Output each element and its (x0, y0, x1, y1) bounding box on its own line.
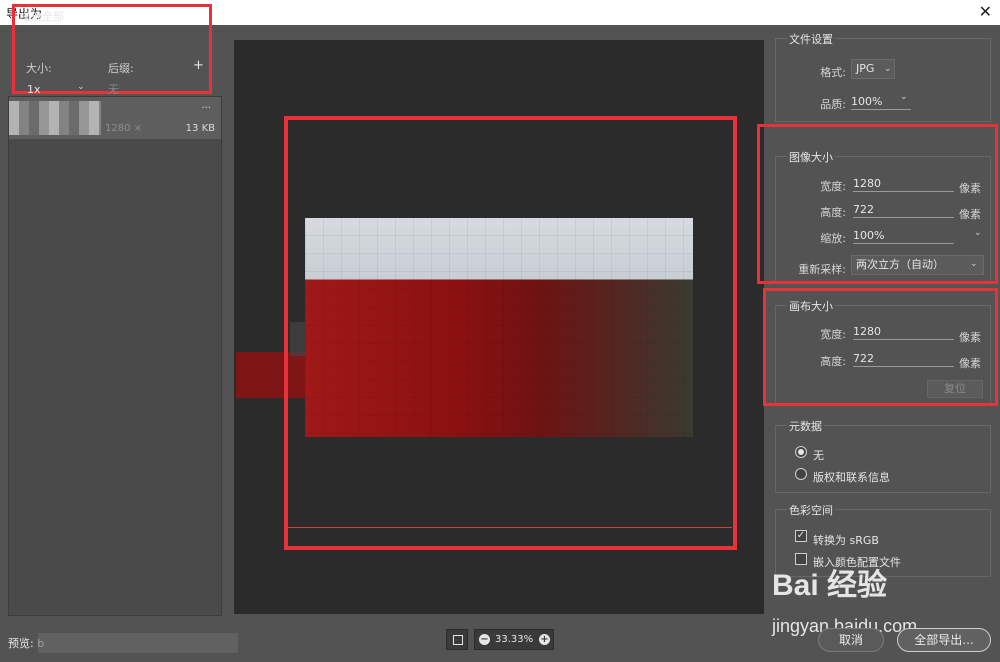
size-value: 1x (27, 83, 41, 96)
scale-all-title: 缩放全部 (20, 10, 64, 23)
chevron-down-icon: ⌄ (884, 64, 892, 74)
format-label: 格式: (820, 66, 846, 79)
size-label: 大小: (26, 62, 52, 75)
zoom-control: − 33.33% + (474, 629, 554, 650)
zoom-in-icon[interactable]: + (539, 634, 550, 645)
color-space-title: 色彩空间 (787, 502, 835, 518)
suffix-label: 后缀: (108, 62, 134, 75)
asset-list: ··· 1280 × 13 KB (8, 96, 222, 616)
metadata-copyright-label: 版权和联系信息 (813, 471, 890, 484)
export-all-button[interactable]: 全部导出... (897, 628, 991, 652)
quality-label: 品质: (820, 98, 846, 111)
metadata-none-label: 无 (813, 449, 824, 462)
more-icon[interactable]: ··· (201, 103, 211, 114)
chevron-down-icon: ⌄ (900, 92, 908, 102)
zoom-out-icon[interactable]: − (479, 634, 490, 645)
metadata-copyright-radio[interactable] (795, 468, 807, 480)
image-size-highlight (757, 124, 998, 284)
convert-srgb-label: 转换为 sRGB (813, 534, 879, 547)
fit-to-screen-button[interactable] (446, 629, 468, 650)
canvas-size-highlight (763, 288, 998, 406)
chevron-down-icon[interactable]: ⌄ (77, 82, 85, 92)
cancel-button[interactable]: 取消 (818, 628, 884, 652)
metadata-none-radio[interactable] (795, 446, 807, 458)
redacted-filename (38, 633, 238, 653)
suffix-placeholder: 无 (108, 83, 119, 96)
item-file-size: 13 KB (185, 123, 215, 134)
zoom-level: 33.33% (495, 634, 534, 645)
item-dimensions: 1280 × (105, 123, 143, 134)
fit-icon (453, 635, 463, 645)
add-scale-icon[interactable]: + (193, 58, 204, 73)
list-item[interactable]: ··· 1280 × 13 KB (9, 97, 221, 139)
thumbnail (9, 101, 101, 135)
convert-srgb-checkbox[interactable]: ✓ (795, 530, 807, 542)
watermark-brand: Bai 经验 (772, 569, 888, 602)
format-value: JPG (856, 62, 875, 75)
quality-value: 100% (851, 95, 883, 108)
metadata-title: 元数据 (787, 418, 824, 434)
file-settings-title: 文件设置 (787, 31, 835, 47)
close-icon[interactable]: ✕ (979, 2, 992, 21)
preview-highlight (284, 116, 737, 550)
